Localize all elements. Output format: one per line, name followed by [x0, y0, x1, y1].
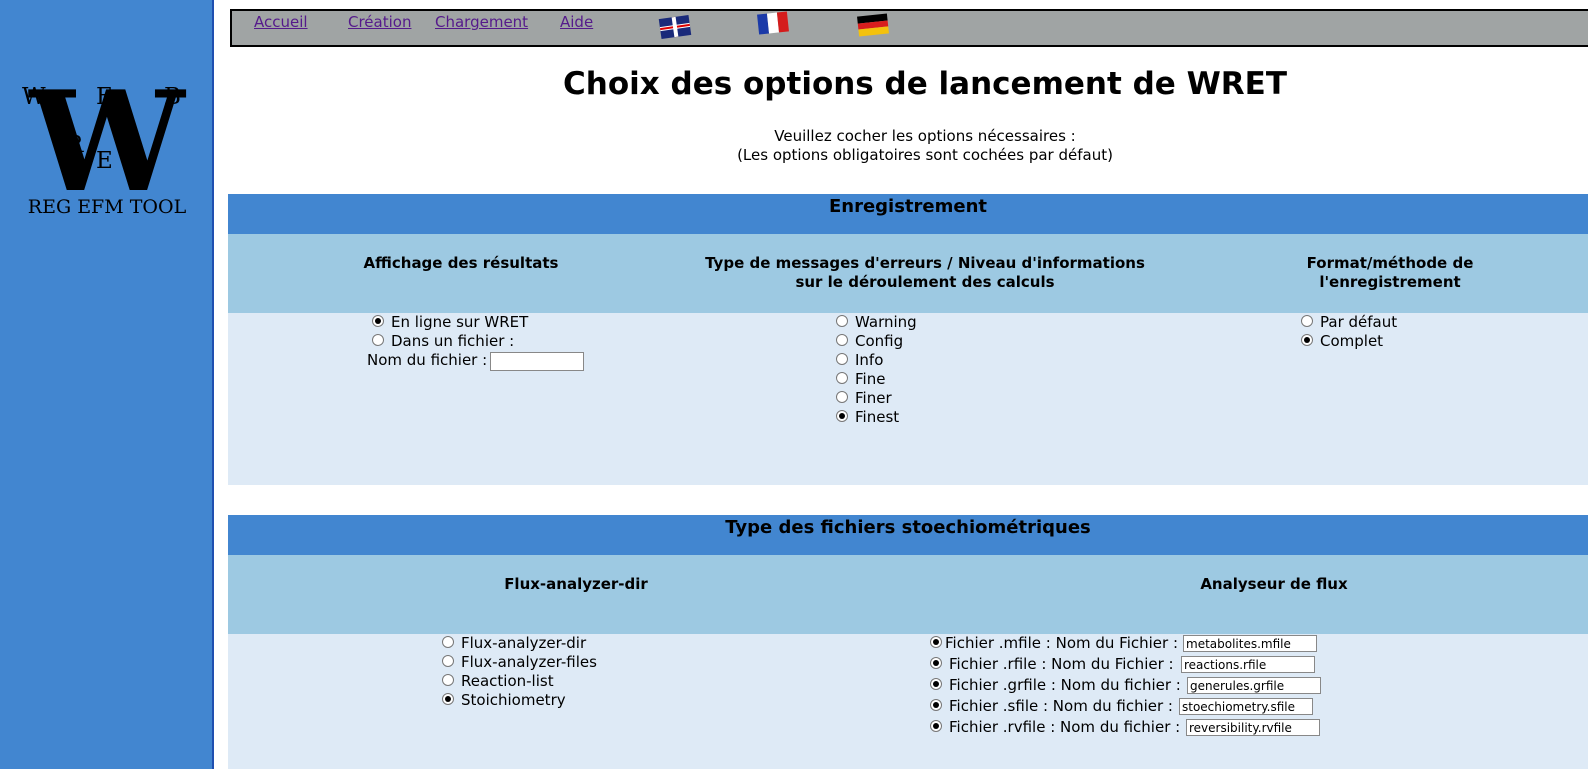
logo-letter: W — [22, 84, 46, 110]
nav-link-aide[interactable]: Aide — [560, 13, 593, 31]
instruction-note: (Les options obligatoires sont cochées p… — [737, 146, 1113, 164]
radio-rvfile[interactable]: Fichier .rvfile : Nom du fichier : — [930, 718, 1180, 736]
top-nav: Accueil Création Chargement Aide — [230, 9, 1588, 47]
radio-en-ligne[interactable]: En ligne sur WRET — [372, 313, 528, 331]
flag-de-icon[interactable] — [857, 13, 889, 37]
radio-stoichiometry[interactable]: Stoichiometry — [442, 691, 566, 709]
stoechio-options-band: Flux-analyzer-dir Flux-analyzer-files Re… — [228, 634, 1588, 769]
radio-info[interactable]: Info — [836, 351, 883, 369]
logo-letter: E — [96, 148, 113, 174]
radio-checked-icon[interactable] — [1301, 333, 1313, 346]
rfile-input[interactable] — [1181, 656, 1315, 673]
radio-unchecked-icon[interactable] — [836, 390, 848, 403]
grfile-input[interactable] — [1187, 677, 1321, 694]
radio-unchecked-icon[interactable] — [836, 333, 848, 346]
radio-config[interactable]: Config — [836, 332, 903, 350]
nav-link-accueil[interactable]: Accueil — [254, 13, 308, 31]
radio-finer[interactable]: Finer — [836, 389, 892, 407]
radio-unchecked-icon[interactable] — [836, 352, 848, 365]
col-header-format: Format/méthode de l'enregistrement — [1306, 254, 1474, 291]
radio-checked-icon[interactable] — [930, 698, 942, 711]
flag-uk-icon[interactable] — [658, 15, 692, 39]
col-header-affichage: Affichage des résultats — [363, 254, 559, 272]
column-header-band: Flux-analyzer-dir Analyseur de flux — [228, 555, 1588, 634]
radio-rfile[interactable]: Fichier .rfile : Nom du Fichier : — [930, 655, 1174, 673]
radio-mfile[interactable]: Fichier .mfile : Nom du Fichier : — [930, 634, 1178, 652]
radio-complet[interactable]: Complet — [1301, 332, 1383, 350]
radio-sfile[interactable]: Fichier .sfile : Nom du fichier : — [930, 697, 1173, 715]
radio-warning[interactable]: Warning — [836, 313, 917, 331]
column-header-band: Affichage des résultats Type de messages… — [228, 234, 1588, 313]
sfile-input[interactable] — [1179, 698, 1313, 715]
radio-checked-icon[interactable] — [442, 692, 454, 705]
wret-logo[interactable]: W W E B R E T REG EFM TOOL — [18, 73, 196, 222]
radio-finest[interactable]: Finest — [836, 408, 899, 426]
page-title: Choix des options de lancement de WRET — [563, 66, 1287, 102]
enregistrement-options-band: En ligne sur WRET Dans un fichier : Nom … — [228, 313, 1588, 485]
radio-dans-fichier[interactable]: Dans un fichier : — [372, 332, 514, 350]
radio-unchecked-icon[interactable] — [372, 333, 384, 346]
radio-unchecked-icon[interactable] — [442, 673, 454, 686]
radio-checked-icon[interactable] — [930, 719, 942, 732]
radio-unchecked-icon[interactable] — [836, 371, 848, 384]
radio-unchecked-icon[interactable] — [442, 654, 454, 667]
radio-checked-icon[interactable] — [930, 635, 942, 648]
radio-checked-icon[interactable] — [836, 409, 848, 422]
logo-footer: REG EFM TOOL — [27, 196, 187, 218]
mfile-input[interactable] — [1183, 635, 1317, 652]
radio-reaction-list[interactable]: Reaction-list — [442, 672, 554, 690]
col-header-messages: Type de messages d'erreurs / Niveau d'in… — [705, 254, 1145, 291]
radio-checked-icon[interactable] — [930, 677, 942, 690]
col-header-analyseur-flux: Analyseur de flux — [1200, 575, 1348, 593]
radio-checked-icon[interactable] — [930, 656, 942, 669]
filename-input[interactable] — [490, 352, 584, 371]
logo-letter: T — [124, 132, 140, 158]
sidebar: W W E B R E T REG EFM TOOL — [0, 0, 214, 769]
section-header-stoechio: Type des fichiers stoechiométriques — [228, 515, 1588, 555]
radio-flux-analyzer-dir[interactable]: Flux-analyzer-dir — [442, 634, 586, 652]
radio-unchecked-icon[interactable] — [836, 314, 848, 327]
radio-par-defaut[interactable]: Par défaut — [1301, 313, 1397, 331]
radio-unchecked-icon[interactable] — [442, 635, 454, 648]
flag-fr-icon[interactable] — [757, 11, 789, 35]
radio-grfile[interactable]: Fichier .grfile : Nom du fichier : — [930, 676, 1181, 694]
logo-letter: R — [66, 132, 84, 158]
nav-link-creation[interactable]: Création — [348, 13, 411, 31]
logo-letter: B — [164, 84, 181, 110]
logo-letter: E — [96, 84, 113, 110]
col-header-flux-analyzer-dir: Flux-analyzer-dir — [504, 575, 648, 593]
instruction-text: Veuillez cocher les options nécessaires … — [774, 127, 1076, 145]
rvfile-input[interactable] — [1186, 719, 1320, 736]
nav-link-chargement[interactable]: Chargement — [435, 13, 528, 31]
section-header-enregistrement: Enregistrement — [228, 194, 1588, 234]
filename-label: Nom du fichier : — [367, 351, 488, 369]
radio-unchecked-icon[interactable] — [1301, 314, 1313, 327]
radio-checked-icon[interactable] — [372, 314, 384, 327]
radio-flux-analyzer-files[interactable]: Flux-analyzer-files — [442, 653, 597, 671]
radio-fine[interactable]: Fine — [836, 370, 885, 388]
